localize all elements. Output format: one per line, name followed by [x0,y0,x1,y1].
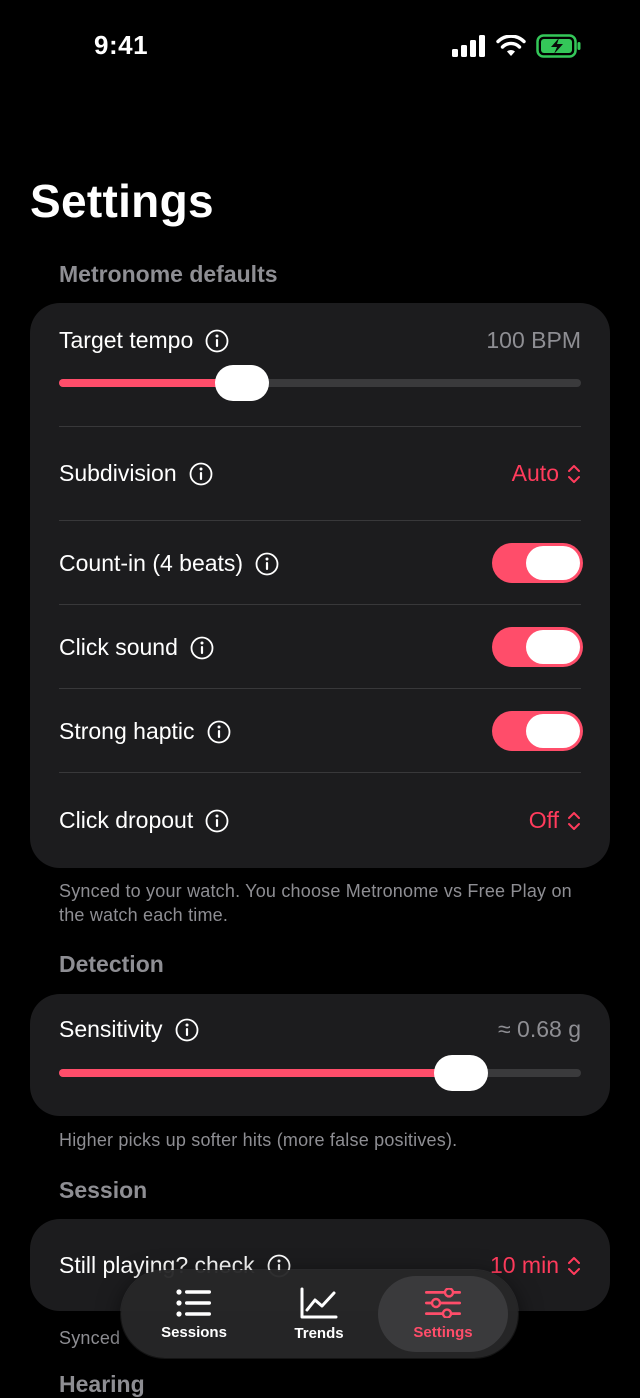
list-icon [176,1288,211,1317]
divider [59,772,581,773]
toggle-knob [526,630,580,664]
subdivision-value: Auto [511,460,559,486]
info-icon[interactable] [205,809,229,833]
sensitivity-slider-fill [59,1069,461,1077]
toggle-knob [526,546,580,580]
tab-sessions[interactable]: Sessions [129,1276,259,1352]
click-dropout-row: Click dropout [59,807,229,834]
divider [59,688,581,689]
click-sound-row: Click sound [59,634,214,661]
still-playing-picker[interactable]: 10 min [490,1252,581,1279]
chart-icon [300,1287,338,1318]
tab-trends[interactable]: Trends [254,1276,384,1352]
section-header-hearing: Hearing [59,1371,145,1397]
section-header-metronome: Metronome defaults [59,261,278,287]
status-time: 9:41 [94,30,149,60]
still-playing-value: 10 min [489,1252,559,1278]
tab-bar: Sessions Trends Settings [121,1270,518,1358]
divider [59,520,581,521]
info-icon[interactable] [255,552,279,576]
target-tempo-row: Target tempo [59,327,229,354]
sensitivity-slider-thumb[interactable] [433,1055,488,1091]
sensitivity-row: Sensitivity [59,1016,199,1043]
count-in-toggle[interactable] [492,543,583,583]
wifi-icon [496,35,526,56]
target-tempo-slider[interactable] [59,365,581,401]
click-sound-toggle[interactable] [492,627,583,667]
info-icon[interactable] [205,329,229,353]
page-title: Settings [30,175,214,227]
battery-charging-icon [536,34,581,58]
subdivision-row: Subdivision [59,460,213,487]
subdivision-picker[interactable]: Auto [512,460,581,487]
target-tempo-label: Target tempo [59,327,194,353]
count-in-label: Count-in (4 beats) [59,550,244,576]
click-dropout-value: Off [528,807,559,833]
strong-haptic-row: Strong haptic [59,718,231,745]
click-dropout-picker[interactable]: Off [529,807,581,834]
strong-haptic-toggle[interactable] [492,711,583,751]
click-dropout-label: Click dropout [59,807,194,833]
chevron-up-down-icon [568,1256,580,1275]
info-icon[interactable] [207,720,231,744]
divider [59,426,581,427]
strong-haptic-label: Strong haptic [59,718,195,744]
sensitivity-value: ≈ 0.68 g [498,1016,581,1042]
detection-card: Sensitivity ≈ 0.68 g [30,994,610,1116]
section-header-session: Session [59,1177,148,1203]
subdivision-label: Subdivision [59,460,177,486]
target-tempo-slider-thumb[interactable] [214,365,269,401]
tab-settings-label: Settings [413,1323,473,1341]
metronome-footnote: Synced to your watch. You choose Metrono… [59,881,572,925]
chevron-up-down-icon [568,811,580,830]
target-tempo-value: 100 BPM [486,327,581,353]
count-in-row: Count-in (4 beats) [59,550,279,577]
sensitivity-slider[interactable] [59,1055,581,1091]
cellular-signal-icon [452,35,485,57]
sensitivity-label: Sensitivity [59,1016,163,1042]
click-sound-label: Click sound [59,634,178,660]
section-header-detection: Detection [59,951,164,977]
tab-settings[interactable]: Settings [378,1276,508,1352]
status-icons [452,34,582,58]
metronome-card: Target tempo 100 BPM Subdivision Auto Co… [30,303,610,868]
info-icon[interactable] [175,1018,199,1042]
tab-sessions-label: Sessions [161,1323,227,1341]
info-icon[interactable] [189,462,213,486]
toggle-knob [526,714,580,748]
info-icon[interactable] [190,636,214,660]
divider [59,604,581,605]
tab-trends-label: Trends [294,1324,344,1342]
sliders-icon [425,1287,461,1318]
detection-footnote: Higher picks up softer hits (more false … [59,1130,458,1150]
chevron-up-down-icon [568,464,580,483]
